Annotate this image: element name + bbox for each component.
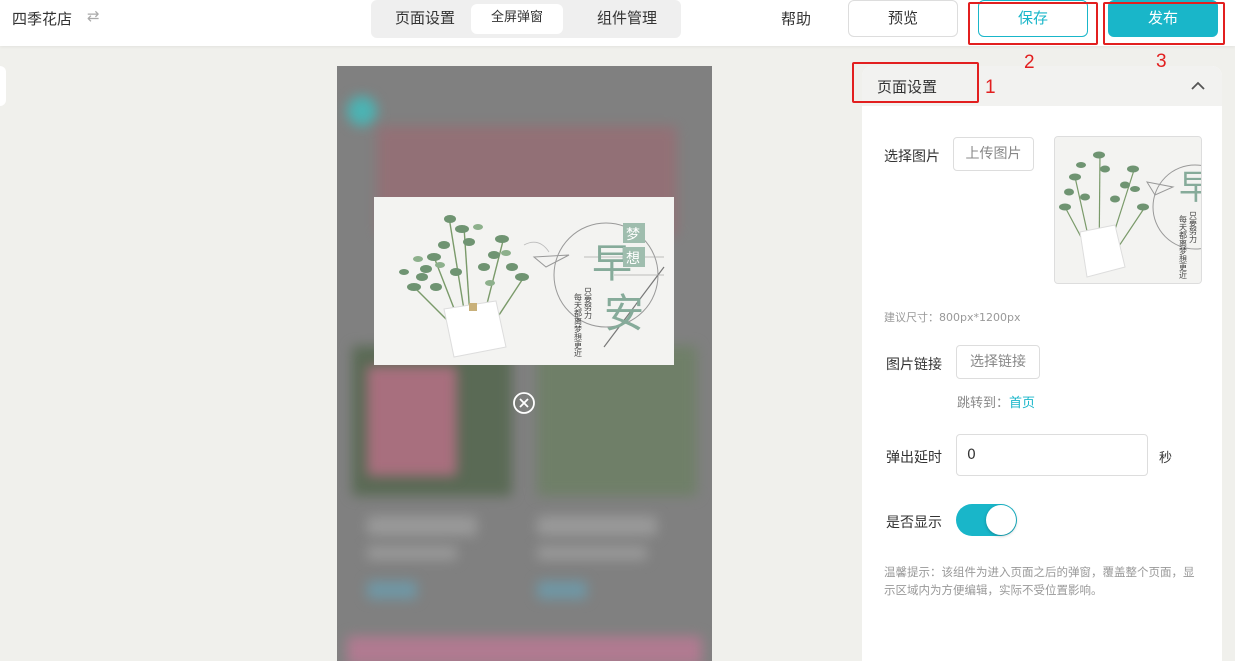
annotation-box-section xyxy=(852,62,979,103)
close-popup-icon[interactable] xyxy=(512,391,536,415)
size-hint: 建议尺寸：800px*1200px xyxy=(884,311,1021,324)
blurred-flower xyxy=(367,366,457,476)
blurred-text xyxy=(367,516,477,536)
blurred-text xyxy=(367,546,457,560)
thumb-poem-2: 每天都离梦想更近 xyxy=(1179,214,1188,280)
toggle-knob xyxy=(986,505,1016,535)
blurred-text xyxy=(537,546,647,560)
poem-line-2: 每天都离梦想更近 xyxy=(574,292,583,358)
settings-panel: 页面设置 选择图片 上传图片 早 只要努力 xyxy=(862,66,1222,661)
blurred-product-image xyxy=(537,346,697,496)
tab-page-settings[interactable]: 页面设置 xyxy=(381,0,469,38)
jump-target-link[interactable]: 首页 xyxy=(1009,396,1035,411)
preview-button[interactable]: 预览 xyxy=(848,0,958,37)
jump-prefix: 跳转到： xyxy=(957,396,1010,411)
popup-delay-label: 弹出延时 xyxy=(886,450,942,466)
thumb-poem-1: 只要努力 xyxy=(1189,211,1198,244)
blurred-text xyxy=(537,516,657,536)
blurred-element xyxy=(347,96,377,126)
thumb-char-zao: 早 xyxy=(1179,168,1202,208)
left-panel-edge xyxy=(0,66,6,106)
annotation-mark-3: 3 xyxy=(1156,51,1167,72)
blurred-tag xyxy=(537,581,587,599)
morning-char-an: 安 xyxy=(604,291,644,337)
editor-tabs: 页面设置 全屏弹窗 组件管理 xyxy=(371,0,681,38)
annotation-box-save xyxy=(968,2,1098,45)
annotation-box-publish xyxy=(1103,2,1225,45)
image-thumbnail[interactable]: 早 只要努力 每天都离梦想更近 xyxy=(1054,136,1202,284)
upload-image-button[interactable]: 上传图片 xyxy=(953,137,1034,171)
store-name: 四季花店 xyxy=(12,10,73,28)
choose-link-button[interactable]: 选择链接 xyxy=(956,345,1040,379)
delay-unit: 秒 xyxy=(1159,451,1173,466)
chevron-up-icon[interactable] xyxy=(1188,78,1208,94)
phone-preview: 早 安 梦 想 只要努力 每天都离梦想更近 xyxy=(337,66,712,661)
thumbnail-art: 早 只要努力 每天都离梦想更近 xyxy=(1055,137,1202,283)
select-image-label: 选择图片 xyxy=(884,149,940,165)
tip-text: 温馨提示：该组件为进入页面之后的弹窗，覆盖整个页面，显示区域内为方便编辑，实际不… xyxy=(884,565,1195,597)
popup-delay-input[interactable] xyxy=(956,434,1148,476)
show-label: 是否显示 xyxy=(886,515,942,531)
blurred-footer xyxy=(347,636,702,661)
blurred-tag xyxy=(367,581,417,599)
poem-line-1: 只要努力 xyxy=(584,287,593,320)
annotation-mark-2: 2 xyxy=(1024,52,1035,73)
dream-char-meng: 梦 xyxy=(626,227,640,243)
popup-image-art: 早 安 梦 想 只要努力 每天都离梦想更近 xyxy=(374,197,674,365)
popup-image[interactable]: 早 安 梦 想 只要努力 每天都离梦想更近 xyxy=(374,197,674,365)
tab-fullscreen-popup[interactable]: 全屏弹窗 xyxy=(471,4,563,34)
help-link[interactable]: 帮助 xyxy=(781,8,811,29)
image-link-label: 图片链接 xyxy=(886,357,942,373)
switch-store-icon[interactable]: ⇄ xyxy=(87,7,100,25)
show-toggle[interactable] xyxy=(956,504,1017,536)
jump-target: 跳转到：首页 xyxy=(957,392,1035,411)
tab-component-manage[interactable]: 组件管理 xyxy=(571,0,683,38)
annotation-mark-1: 1 xyxy=(985,77,996,98)
dream-char-xiang: 想 xyxy=(626,251,640,267)
